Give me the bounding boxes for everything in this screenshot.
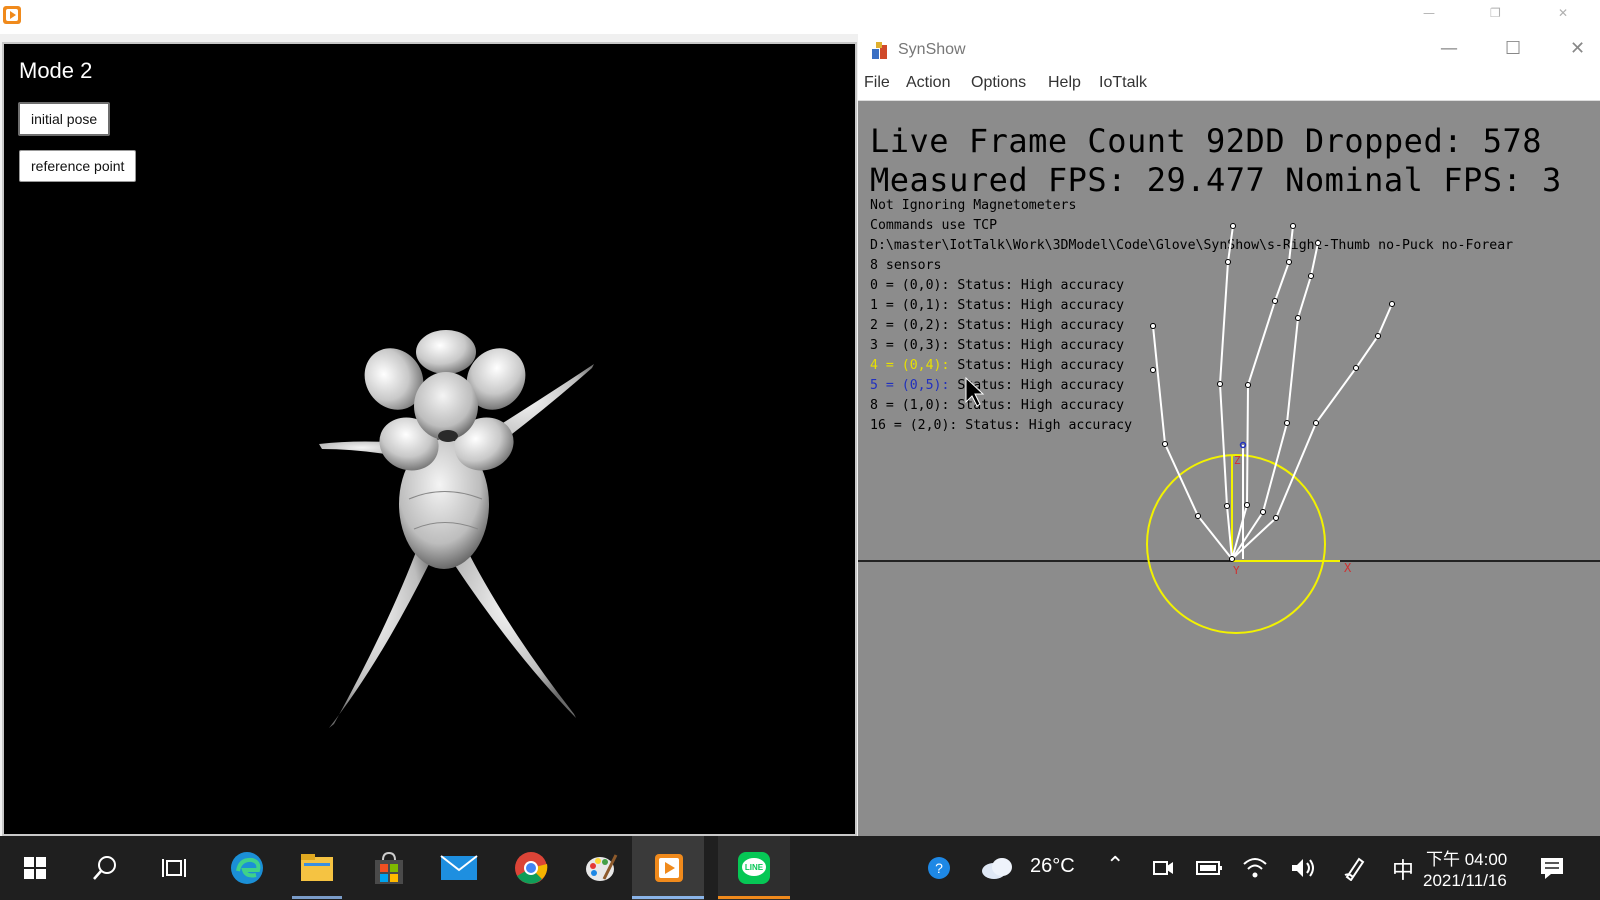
menu-options[interactable]: Options xyxy=(971,74,1026,92)
synshow-canvas[interactable]: Live Frame Count 92DD Dropped: 578 Measu… xyxy=(858,100,1600,836)
media-player-open-indicator xyxy=(632,896,704,899)
menu-help[interactable]: Help xyxy=(1048,74,1081,92)
weather-temperature[interactable]: 26°C xyxy=(1030,855,1075,878)
menu-file[interactable]: File xyxy=(864,74,890,92)
line-open-indicator xyxy=(718,896,790,899)
clock-date[interactable]: 2021/11/16 xyxy=(1423,871,1507,891)
synshow-minimize-icon[interactable]: — xyxy=(1440,38,1458,59)
hand-skeleton-view: X Y Z xyxy=(858,223,1600,634)
synshow-close-icon[interactable]: ✕ xyxy=(1570,38,1585,59)
media-player-app-icon xyxy=(3,6,21,24)
chevron-up-icon[interactable]: ⌃ xyxy=(1106,852,1124,878)
model-viewer[interactable]: Mode 2 initial pose reference point xyxy=(2,42,857,836)
line-icon[interactable]: LINE xyxy=(735,849,773,887)
menu-action[interactable]: Action xyxy=(906,74,950,92)
z-axis-label: Z xyxy=(1234,454,1241,467)
flower-character-model xyxy=(319,330,594,728)
hand-skeleton xyxy=(1152,225,1393,560)
media-player-icon[interactable] xyxy=(650,849,688,887)
synshow-window[interactable]: SynShow — ☐ ✕ File Action Options Help I… xyxy=(858,34,1600,836)
y-axis-label: Y xyxy=(1233,564,1240,577)
clock-time[interactable]: 下午 04:00 xyxy=(1426,845,1507,870)
close-icon[interactable]: ✕ xyxy=(1558,6,1568,20)
file-explorer-icon[interactable] xyxy=(298,849,336,887)
synshow-title: SynShow xyxy=(898,41,966,58)
edge-icon[interactable] xyxy=(228,849,266,887)
window-titlebar: — ❐ ✕ xyxy=(0,0,1600,34)
mouse-cursor-icon xyxy=(965,376,985,407)
start-icon[interactable] xyxy=(16,849,54,887)
weather-icon xyxy=(978,849,1016,887)
menu-iottalk[interactable]: IoTtalk xyxy=(1099,74,1147,92)
synshow-maximize-icon[interactable]: ☐ xyxy=(1505,38,1521,59)
notification-center-icon[interactable] xyxy=(1533,849,1571,887)
meet-now-icon[interactable] xyxy=(1144,849,1182,887)
help-tray-icon[interactable]: ? xyxy=(920,849,958,887)
taskbar: LINE ? 26°C ⌃ 中 下午 04:00 2021/11/16 xyxy=(0,836,1600,900)
chrome-icon[interactable] xyxy=(512,849,550,887)
battery-icon[interactable] xyxy=(1190,849,1228,887)
wifi-icon[interactable] xyxy=(1236,849,1274,887)
explorer-open-indicator xyxy=(292,896,342,899)
svg-text:LINE: LINE xyxy=(745,863,764,872)
hand-joints xyxy=(1150,223,1395,562)
pen-icon[interactable] xyxy=(1336,849,1374,887)
minimize-icon[interactable]: — xyxy=(1423,6,1435,20)
restore-icon[interactable]: ❐ xyxy=(1490,6,1501,20)
x-axis-label: X xyxy=(1344,561,1352,575)
search-icon[interactable] xyxy=(86,849,124,887)
paint-icon[interactable] xyxy=(582,849,620,887)
store-icon[interactable] xyxy=(370,849,408,887)
synshow-titlebar: SynShow — ☐ ✕ xyxy=(858,34,1600,68)
synshow-menubar: File Action Options Help IoTtalk xyxy=(858,68,1600,101)
mail-icon[interactable] xyxy=(440,849,478,887)
synshow-app-icon xyxy=(872,42,887,59)
volume-icon[interactable] xyxy=(1284,849,1322,887)
input-method-indicator[interactable]: 中 xyxy=(1392,853,1414,885)
task-view-icon[interactable] xyxy=(156,849,194,887)
svg-text:?: ? xyxy=(935,860,943,876)
